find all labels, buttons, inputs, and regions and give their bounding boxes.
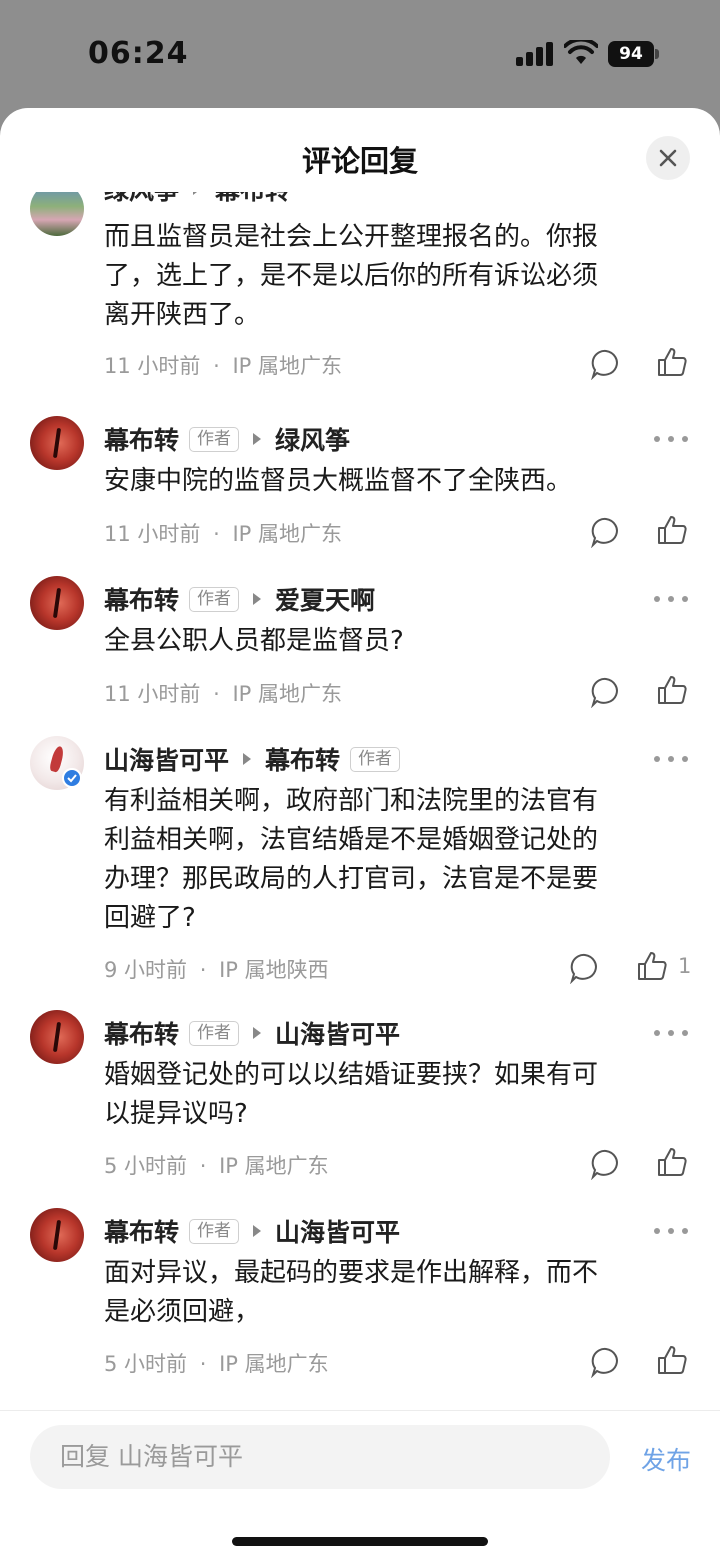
reply-target-name[interactable]: 山海皆可平 — [275, 1213, 400, 1249]
reply-arrow-icon — [253, 593, 262, 605]
comment-ip: IP 属地广东 — [232, 682, 343, 706]
comment-header: 山海皆可平 幕布转 作者 — [104, 741, 401, 777]
reply-icon[interactable] — [569, 952, 601, 984]
comment-ip: IP 属地广东 — [232, 522, 343, 546]
reply-arrow-icon — [253, 433, 262, 445]
meta-separator: · — [199, 958, 207, 982]
comment-reply-sheet: 评论回复 绿风筝 幕布转 而且监督员是社会上公开整理报名的。你报 了，选上了，是… — [0, 108, 720, 1561]
thumbs-up-icon[interactable] — [656, 346, 688, 378]
meta-separator: · — [199, 1154, 207, 1178]
reply-arrow-icon — [253, 1027, 262, 1039]
close-icon — [659, 149, 677, 167]
commenter-name[interactable]: 幕布转 — [104, 421, 179, 457]
comment-header: 幕布转 作者 山海皆可平 — [104, 1214, 400, 1248]
comment-header: 幕布转 作者 山海皆可平 — [104, 1016, 400, 1050]
author-badge: 作者 — [189, 1020, 240, 1046]
thumbs-up-icon[interactable] — [636, 950, 668, 982]
publish-button[interactable]: 发布 — [641, 1441, 691, 1477]
reply-icon[interactable] — [590, 516, 622, 548]
reply-arrow-icon — [253, 1225, 262, 1237]
battery-level: 94 — [608, 41, 654, 67]
reply-target-name[interactable]: 幕布转 — [215, 192, 290, 207]
battery-icon: 94 — [608, 41, 659, 67]
comment-header: 绿风筝 幕布转 — [104, 192, 290, 206]
reply-icon[interactable] — [590, 348, 622, 380]
author-badge: 作者 — [189, 586, 240, 612]
comment-time: 9 小时前 — [104, 958, 188, 982]
comment-ip: IP 属地陕西 — [219, 958, 329, 982]
thumbs-up-icon[interactable] — [656, 674, 688, 706]
comment-ip: IP 属地广东 — [232, 354, 343, 378]
commenter-name[interactable]: 幕布转 — [104, 1213, 179, 1249]
avatar[interactable] — [30, 192, 84, 236]
commenter-name[interactable]: 山海皆可平 — [104, 741, 229, 777]
comment-meta: 5 小时前 · IP 属地广东 — [104, 1150, 329, 1180]
comment-time: 5 小时前 — [104, 1154, 188, 1178]
reply-icon[interactable] — [590, 1346, 622, 1378]
reply-target-name[interactable]: 山海皆可平 — [275, 1015, 400, 1051]
more-options-icon[interactable] — [654, 1028, 688, 1038]
comment-ip: IP 属地广东 — [219, 1352, 329, 1376]
avatar[interactable] — [30, 576, 84, 630]
avatar[interactable] — [30, 416, 84, 470]
comment-text[interactable]: 有利益相关啊，政府部门和法院里的法官有 利益相关啊，法官结婚是不是婚姻登记处的 … — [104, 782, 674, 938]
comment-meta: 5 小时前 · IP 属地广东 — [104, 1348, 329, 1378]
author-badge: 作者 — [350, 746, 401, 772]
commenter-name[interactable]: 绿风筝 — [104, 192, 179, 207]
reply-target-name[interactable]: 爱夏天啊 — [275, 581, 375, 617]
reply-input-bar: 回复 山海皆可平 发布 — [0, 1410, 720, 1561]
avatar[interactable] — [30, 1208, 84, 1262]
reply-icon[interactable] — [590, 676, 622, 708]
comment-text[interactable]: 安康中院的监督员大概监督不了全陕西。 — [104, 462, 674, 501]
comment-time: 11 小时前 — [104, 522, 201, 546]
reply-icon[interactable] — [590, 1148, 622, 1180]
status-time: 06:24 — [88, 36, 189, 71]
home-indicator — [232, 1537, 488, 1546]
comment-text[interactable]: 全县公职人员都是监督员? — [104, 622, 674, 661]
cellular-signal-icon — [516, 42, 554, 66]
meta-separator: · — [199, 1352, 207, 1376]
comment-meta: 9 小时前 · IP 属地陕西 — [104, 954, 329, 984]
meta-separator: · — [213, 682, 220, 706]
comment-header: 幕布转 作者 爱夏天啊 — [104, 582, 375, 616]
like-count: 1 — [678, 954, 692, 978]
comment-meta: 11 小时前 · IP 属地广东 — [104, 678, 342, 708]
comment-meta: 11 小时前 · IP 属地广东 — [104, 518, 342, 548]
reply-arrow-icon — [243, 753, 252, 765]
reply-target-name[interactable]: 绿风筝 — [275, 421, 350, 457]
comment-text[interactable]: 而且监督员是社会上公开整理报名的。你报 了，选上了，是不是以后你的所有诉讼必须 … — [104, 218, 674, 335]
comment-header: 幕布转 作者 绿风筝 — [104, 422, 350, 456]
close-button[interactable] — [646, 136, 690, 180]
comment-meta: 11 小时前 · IP 属地广东 — [104, 350, 342, 380]
comment-list[interactable]: 绿风筝 幕布转 而且监督员是社会上公开整理报名的。你报 了，选上了，是不是以后你… — [0, 192, 720, 1410]
more-options-icon[interactable] — [654, 434, 688, 444]
commenter-name[interactable]: 幕布转 — [104, 1015, 179, 1051]
more-options-icon[interactable] — [654, 1226, 688, 1236]
reply-input[interactable]: 回复 山海皆可平 — [30, 1425, 610, 1489]
comment-text[interactable]: 面对异议，最起码的要求是作出解释，而不 是必须回避， — [104, 1254, 674, 1332]
comment-time: 5 小时前 — [104, 1352, 188, 1376]
avatar[interactable] — [30, 1010, 84, 1064]
more-options-icon[interactable] — [654, 754, 688, 764]
comment-text[interactable]: 婚姻登记处的可以以结婚证要挟？如果有可 以提异议吗? — [104, 1056, 674, 1134]
thumbs-up-icon[interactable] — [656, 1146, 688, 1178]
comment-time: 11 小时前 — [104, 682, 201, 706]
meta-separator: · — [213, 522, 220, 546]
comment-ip: IP 属地广东 — [219, 1154, 329, 1178]
wifi-icon — [563, 37, 599, 66]
thumbs-up-icon[interactable] — [656, 1344, 688, 1376]
more-options-icon[interactable] — [654, 594, 688, 604]
meta-separator: · — [213, 354, 220, 378]
status-bar: 06:24 94 — [0, 0, 720, 108]
comment-time: 11 小时前 — [104, 354, 201, 378]
thumbs-up-icon[interactable] — [656, 514, 688, 546]
sheet-title: 评论回复 — [301, 144, 418, 178]
reply-arrow-icon — [193, 192, 202, 195]
author-badge: 作者 — [189, 1218, 240, 1244]
author-badge: 作者 — [189, 426, 240, 452]
reply-target-name[interactable]: 幕布转 — [265, 741, 340, 777]
commenter-name[interactable]: 幕布转 — [104, 581, 179, 617]
verified-badge-icon — [62, 768, 82, 788]
